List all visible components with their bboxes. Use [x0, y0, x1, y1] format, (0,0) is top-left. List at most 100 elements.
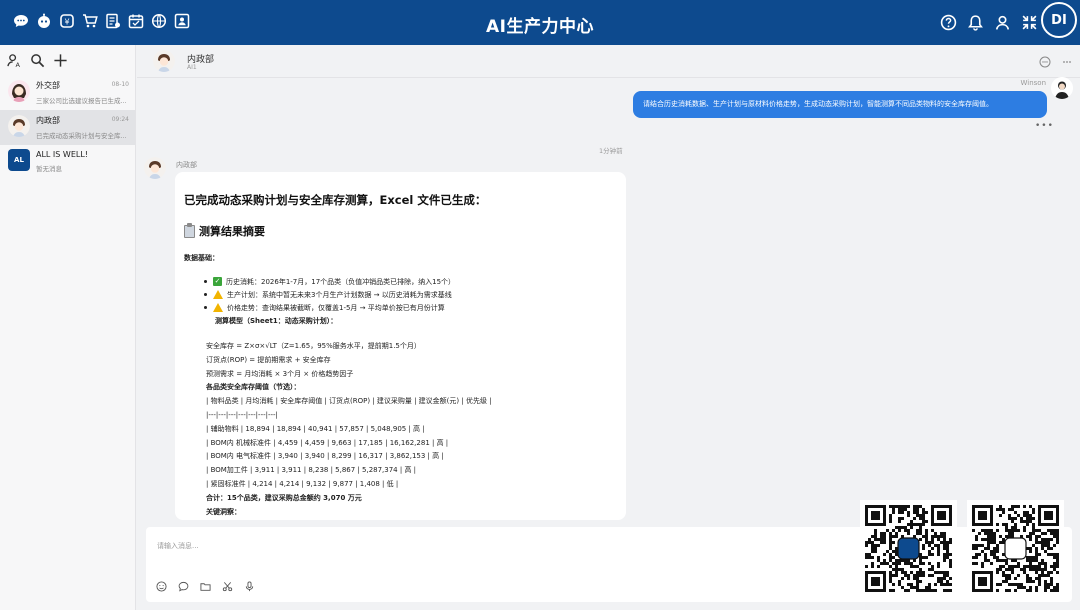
- qr-module: [993, 532, 996, 535]
- qr-module: [898, 568, 901, 571]
- qr-module: [907, 514, 910, 517]
- qr-module: [1053, 568, 1056, 571]
- conversation-item-active[interactable]: 内政部 09:24 已完成动态采购计划与安全库...: [0, 110, 135, 145]
- collapse-icon[interactable]: [1021, 14, 1038, 31]
- qr-module: [901, 511, 904, 514]
- emoji-icon[interactable]: [156, 581, 167, 592]
- qr-module: [949, 577, 952, 580]
- qr-module: [1011, 526, 1014, 529]
- qr-module: [1029, 550, 1032, 553]
- user-icon[interactable]: [994, 14, 1011, 31]
- qr-module: [916, 580, 919, 583]
- qr-module: [865, 544, 868, 547]
- qr-module: [1056, 532, 1059, 535]
- qr-module: [916, 565, 919, 568]
- help-icon[interactable]: [940, 14, 957, 31]
- qr-module: [999, 514, 1002, 517]
- message-more-icon[interactable]: •••: [1035, 121, 1054, 131]
- qr-module: [895, 535, 898, 538]
- qr-module: [910, 571, 913, 574]
- qr-module: [922, 535, 925, 538]
- brand-logo[interactable]: DI: [1041, 2, 1077, 38]
- qr-module: [1047, 583, 1050, 586]
- qr-module: [889, 544, 892, 547]
- message-input-placeholder[interactable]: 请输入消息...: [157, 541, 199, 551]
- qr-module: [943, 547, 946, 550]
- qr-module: [1005, 589, 1008, 592]
- qr-module: [1041, 574, 1044, 577]
- qr-module: [1035, 556, 1038, 559]
- qr-module: [1017, 505, 1020, 508]
- qr-module: [1011, 529, 1014, 532]
- qr-module: [889, 547, 892, 550]
- check-icon: ✓: [213, 277, 222, 286]
- qr-module: [946, 589, 949, 592]
- more-icon[interactable]: [1061, 56, 1073, 68]
- qr-module: [931, 568, 934, 571]
- summary-heading: 测算结果摘要: [184, 222, 617, 239]
- qr-module: [1053, 535, 1056, 538]
- qr-module: [1020, 517, 1023, 520]
- qr-module: [1053, 544, 1056, 547]
- qr-module: [1005, 526, 1008, 529]
- qr-module: [922, 547, 925, 550]
- qr-module: [943, 532, 946, 535]
- qr-module: [1011, 505, 1014, 508]
- qr-module: [871, 556, 874, 559]
- formula-line: 预测需求 = 月均消耗 × 3个月 × 价格趋势因子: [206, 369, 354, 378]
- conversation-name: ALL IS WELL!: [36, 150, 88, 159]
- qr-module: [907, 529, 910, 532]
- qr-module: [949, 589, 952, 592]
- qr-module: [981, 529, 984, 532]
- bell-icon[interactable]: [967, 14, 984, 31]
- qr-module: [1047, 541, 1050, 544]
- qr-module: [1053, 556, 1056, 559]
- qr-module: [889, 553, 892, 556]
- comment-settings-icon[interactable]: [1039, 56, 1051, 68]
- qr-module: [1023, 568, 1026, 571]
- qr-module: [892, 583, 895, 586]
- app-title: AI生产力中心: [486, 17, 594, 37]
- conversation-item[interactable]: AL ALL IS WELL! 暂无消息: [0, 145, 135, 180]
- qr-module: [1023, 526, 1026, 529]
- qr-module: [931, 541, 934, 544]
- contacts-icon[interactable]: A: [7, 53, 22, 69]
- qr-module: [931, 547, 934, 550]
- add-icon[interactable]: [53, 53, 68, 68]
- qr-module: [940, 532, 943, 535]
- qr-module: [889, 559, 892, 562]
- qr-module: [925, 535, 928, 538]
- bullet-dot: [204, 306, 207, 309]
- qr-module: [1035, 529, 1038, 532]
- qr-module: [928, 550, 931, 553]
- qr-module: [865, 553, 868, 556]
- qr-module: [1050, 532, 1053, 535]
- qr-module: [972, 562, 975, 565]
- qr-module: [919, 532, 922, 535]
- qr-module: [910, 520, 913, 523]
- qr-module: [1008, 514, 1011, 517]
- qr-module: [1041, 562, 1044, 565]
- qr-module: [996, 556, 999, 559]
- qr-module: [1041, 532, 1044, 535]
- folder-icon[interactable]: [200, 581, 211, 592]
- qr-module: [904, 508, 907, 511]
- qr-module: [978, 532, 981, 535]
- qr-module: [1041, 541, 1044, 544]
- qr-module: [990, 538, 993, 541]
- qr-module: [940, 535, 943, 538]
- conversation-item[interactable]: 外交部 08-10 三家公司比选建议报告已生成...: [0, 75, 135, 110]
- comment-icon[interactable]: [178, 581, 189, 592]
- bot-avatar: [144, 157, 166, 179]
- qr-module: [1044, 580, 1047, 583]
- qr-module: [984, 556, 987, 559]
- microphone-icon[interactable]: [244, 581, 255, 592]
- qr-module: [916, 529, 919, 532]
- qr-module: [904, 574, 907, 577]
- qr-module: [919, 568, 922, 571]
- scissors-icon[interactable]: [222, 581, 233, 592]
- qr-module: [874, 529, 877, 532]
- qr-module: [940, 571, 943, 574]
- qr-module: [1050, 577, 1053, 580]
- search-icon[interactable]: [30, 53, 45, 68]
